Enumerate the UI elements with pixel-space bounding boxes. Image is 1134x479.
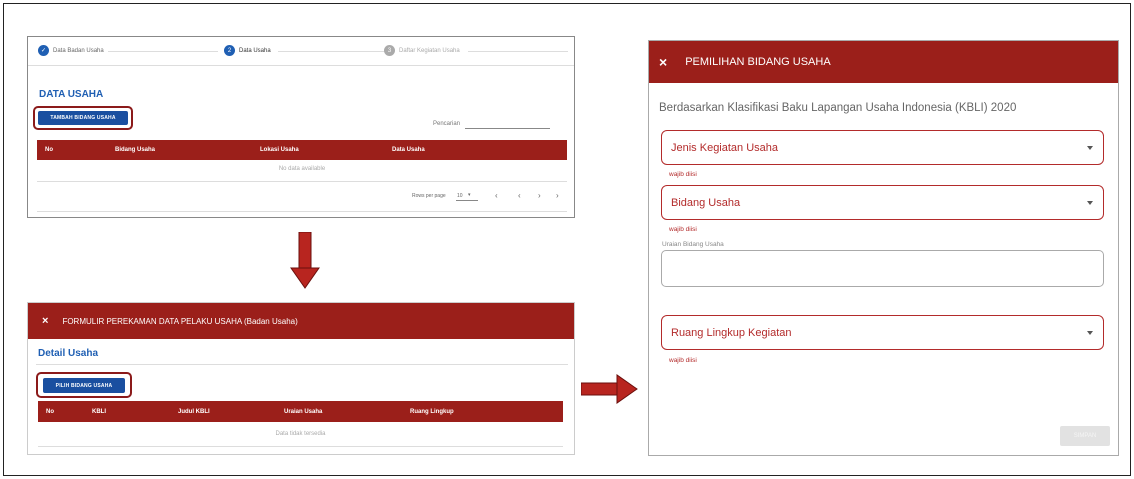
step-data-badan-usaha[interactable]: ✓ Data Badan Usaha <box>38 45 104 56</box>
table-header: No KBLI Judul KBLI Uraian Usaha Ruang Li… <box>38 401 563 422</box>
bidang-usaha-select[interactable]: Bidang Usaha <box>661 185 1104 220</box>
step-connector <box>468 51 568 52</box>
kbli-description: Berdasarkan Klasifikasi Baku Lapangan Us… <box>659 102 1017 114</box>
arrow-right-icon <box>581 374 638 404</box>
stepper: ✓ Data Badan Usaha 2 Data Usaha 3 Daftar… <box>28 37 574 64</box>
ruang-lingkup-kegiatan-select[interactable]: Ruang Lingkup Kegiatan <box>661 315 1104 350</box>
step-number: 3 <box>384 45 395 56</box>
column-header[interactable]: Lokasi Usaha <box>260 147 299 153</box>
simpan-button[interactable]: SIMPAN <box>1060 426 1110 446</box>
divider <box>37 181 567 182</box>
rows-per-page-label: Rows per page <box>412 193 446 199</box>
step-data-usaha[interactable]: 2 Data Usaha <box>224 45 271 56</box>
step-connector <box>108 51 218 52</box>
column-header[interactable]: No <box>46 409 54 415</box>
section-title: Detail Usaha <box>38 348 99 359</box>
select-value: Jenis Kegiatan Usaha <box>671 141 779 154</box>
column-header[interactable]: Ruang Lingkup <box>410 409 454 415</box>
data-usaha-panel: ✓ Data Badan Usaha 2 Data Usaha 3 Daftar… <box>27 36 575 218</box>
prev-page-icon[interactable]: ‹ <box>518 191 521 200</box>
search-label: Pencarian <box>433 121 461 127</box>
close-icon[interactable]: × <box>659 54 667 70</box>
chevron-down-icon <box>1087 330 1093 335</box>
step-label: Data Badan Usaha <box>53 47 104 54</box>
chevron-down-icon[interactable]: ▾ <box>468 192 471 198</box>
rows-per-page-select[interactable]: 10 <box>457 193 463 199</box>
uraian-bidang-usaha-field[interactable] <box>661 250 1104 287</box>
next-page-icon[interactable]: › <box>556 191 559 200</box>
column-header[interactable]: No <box>45 147 53 153</box>
column-header[interactable]: Uraian Usaha <box>284 409 322 415</box>
step-number: 2 <box>224 45 235 56</box>
prev-page-icon[interactable]: ‹ <box>495 191 498 200</box>
empty-state: Data tidak tersedia <box>275 431 326 437</box>
empty-state: No data available <box>278 166 326 172</box>
dialog-title: FORMULIR PEREKAMAN DATA PELAKU USAHA (Ba… <box>62 316 298 326</box>
validation-message: wajib diisi <box>669 357 697 364</box>
chevron-down-icon <box>1087 200 1093 205</box>
next-page-icon[interactable]: › <box>538 191 541 200</box>
column-header[interactable]: Judul KBLI <box>178 409 210 415</box>
step-label: Data Usaha <box>239 47 271 54</box>
page-title: DATA USAHA <box>39 89 104 100</box>
uraian-bidang-usaha-label: Uraian Bidang Usaha <box>662 241 724 248</box>
arrow-down-icon <box>290 232 320 289</box>
step-label: Daftar Kegiatan Usaha <box>399 47 460 54</box>
select-underline <box>456 200 478 201</box>
dialog-header: × FORMULIR PEREKAMAN DATA PELAKU USAHA (… <box>28 303 574 339</box>
jenis-kegiatan-usaha-select[interactable]: Jenis Kegiatan Usaha <box>661 130 1104 165</box>
dialog-header: × PEMILIHAN BIDANG USAHA <box>649 41 1118 83</box>
select-value: Ruang Lingkup Kegiatan <box>671 326 792 339</box>
check-icon: ✓ <box>38 45 49 56</box>
dialog-title: PEMILIHAN BIDANG USAHA <box>685 56 831 68</box>
column-header[interactable]: Data Usaha <box>392 147 425 153</box>
search-input[interactable] <box>465 128 550 129</box>
chevron-down-icon <box>1087 145 1093 150</box>
close-icon[interactable]: × <box>42 315 48 327</box>
formulir-panel: × FORMULIR PEREKAMAN DATA PELAKU USAHA (… <box>27 302 575 455</box>
select-value: Bidang Usaha <box>671 196 741 209</box>
divider <box>36 364 568 365</box>
divider <box>28 65 574 66</box>
column-header[interactable]: KBLI <box>92 409 106 415</box>
tambah-bidang-usaha-button[interactable]: TAMBAH BIDANG USAHA <box>38 111 128 125</box>
validation-message: wajib diisi <box>669 226 697 233</box>
pilih-bidang-usaha-button[interactable]: PILIH BIDANG USAHA <box>43 378 125 393</box>
step-connector <box>278 51 388 52</box>
column-header[interactable]: Bidang Usaha <box>115 147 155 153</box>
validation-message: wajib diisi <box>669 171 697 178</box>
divider <box>37 211 567 212</box>
step-daftar-kegiatan[interactable]: 3 Daftar Kegiatan Usaha <box>384 45 460 56</box>
pemilihan-bidang-usaha-dialog: × PEMILIHAN BIDANG USAHA Berdasarkan Kla… <box>648 40 1119 456</box>
table-header: No Bidang Usaha Lokasi Usaha Data Usaha <box>37 140 567 160</box>
divider <box>38 446 563 447</box>
